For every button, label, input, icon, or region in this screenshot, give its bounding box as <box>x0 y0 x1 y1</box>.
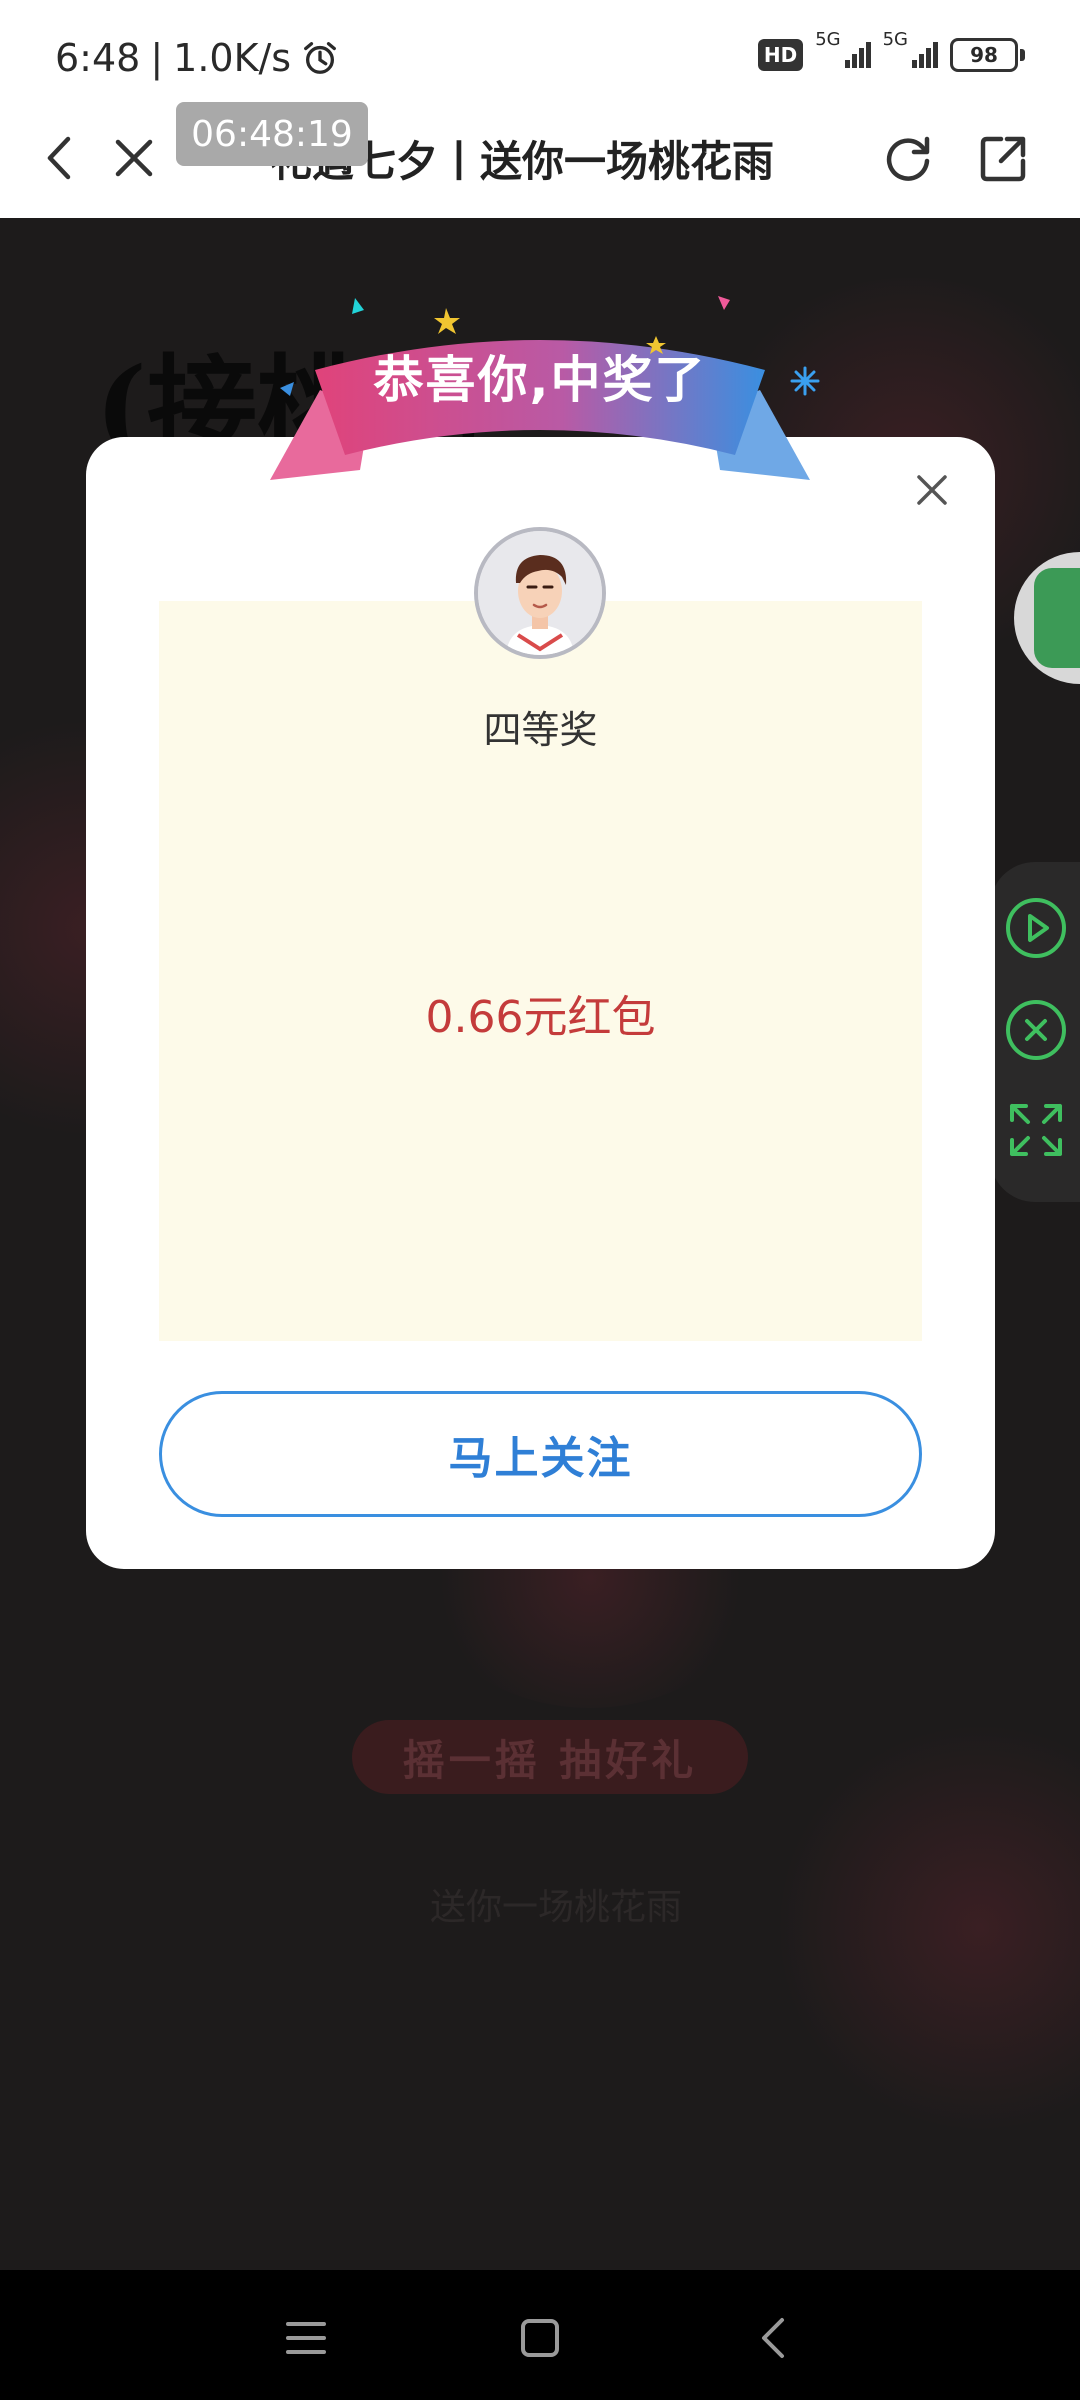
home-square-icon <box>521 2319 559 2357</box>
refresh-icon <box>886 136 930 181</box>
background-subtitle: 送你一场桃花雨 <box>430 1887 683 1928</box>
back-button[interactable] <box>30 128 90 188</box>
title-bar: 礼遇七夕丨送你一场桃花雨 <box>0 100 1080 218</box>
close-icon <box>917 475 947 505</box>
status-speed: 1.0K/s <box>173 36 292 80</box>
system-nav-bar <box>0 2270 1080 2400</box>
close-page-button[interactable] <box>104 128 164 188</box>
timestamp-overlay: 06:48:19 <box>176 102 368 166</box>
menu-button[interactable] <box>276 2308 336 2368</box>
hd-badge: HD <box>757 39 804 71</box>
menu-icon <box>286 2322 326 2354</box>
play-icon <box>1006 898 1066 958</box>
status-left: 6:48 | 1.0K/s <box>55 36 339 80</box>
play-button[interactable] <box>1004 896 1068 960</box>
signal-icon-1: 5G <box>815 29 871 68</box>
network-label-1: 5G <box>815 29 841 50</box>
system-back-button[interactable] <box>744 2308 804 2368</box>
prize-level: 四等奖 <box>483 708 598 752</box>
avatar-illustration <box>478 531 602 655</box>
alarm-icon <box>304 42 337 74</box>
shake-button[interactable]: 摇一摇 抽好礼 <box>352 1720 748 1794</box>
avatar <box>474 527 606 659</box>
close-icon <box>115 139 153 177</box>
network-label-2: 5G <box>882 29 908 50</box>
back-arrow-icon <box>762 2318 784 2358</box>
background-blossom <box>780 1718 1080 2138</box>
close-circle-icon <box>1006 1000 1066 1060</box>
home-button[interactable] <box>510 2308 570 2368</box>
expand-button[interactable] <box>1004 1098 1068 1162</box>
refresh-button[interactable] <box>878 128 938 188</box>
prize-dialog: 四等奖 0.66元红包 马上关注 <box>86 437 995 1569</box>
status-bar: 6:48 | 1.0K/s HD 5G 5G 98 <box>0 0 1080 100</box>
status-right: HD 5G 5G 98 <box>757 29 1025 72</box>
chevron-left-icon <box>47 136 71 180</box>
status-separator: | <box>150 36 164 80</box>
share-icon <box>980 136 1026 182</box>
dialog-close-button[interactable] <box>907 465 957 515</box>
prize-amount: 0.66元红包 <box>425 992 656 1043</box>
battery-icon: 98 <box>950 38 1025 72</box>
congrats-ribbon: 恭喜你,中奖了 <box>260 270 820 500</box>
share-button[interactable] <box>974 128 1034 188</box>
stop-button[interactable] <box>1004 998 1068 1062</box>
floating-controls <box>990 862 1080 1202</box>
expand-icon <box>1010 1104 1062 1156</box>
follow-button[interactable]: 马上关注 <box>159 1391 922 1517</box>
status-time: 6:48 <box>55 36 141 80</box>
signal-icon-2: 5G <box>883 29 938 68</box>
touch-icon <box>1034 568 1080 668</box>
ribbon-text: 恭喜你,中奖了 <box>373 351 707 409</box>
battery-level: 98 <box>950 38 1018 72</box>
